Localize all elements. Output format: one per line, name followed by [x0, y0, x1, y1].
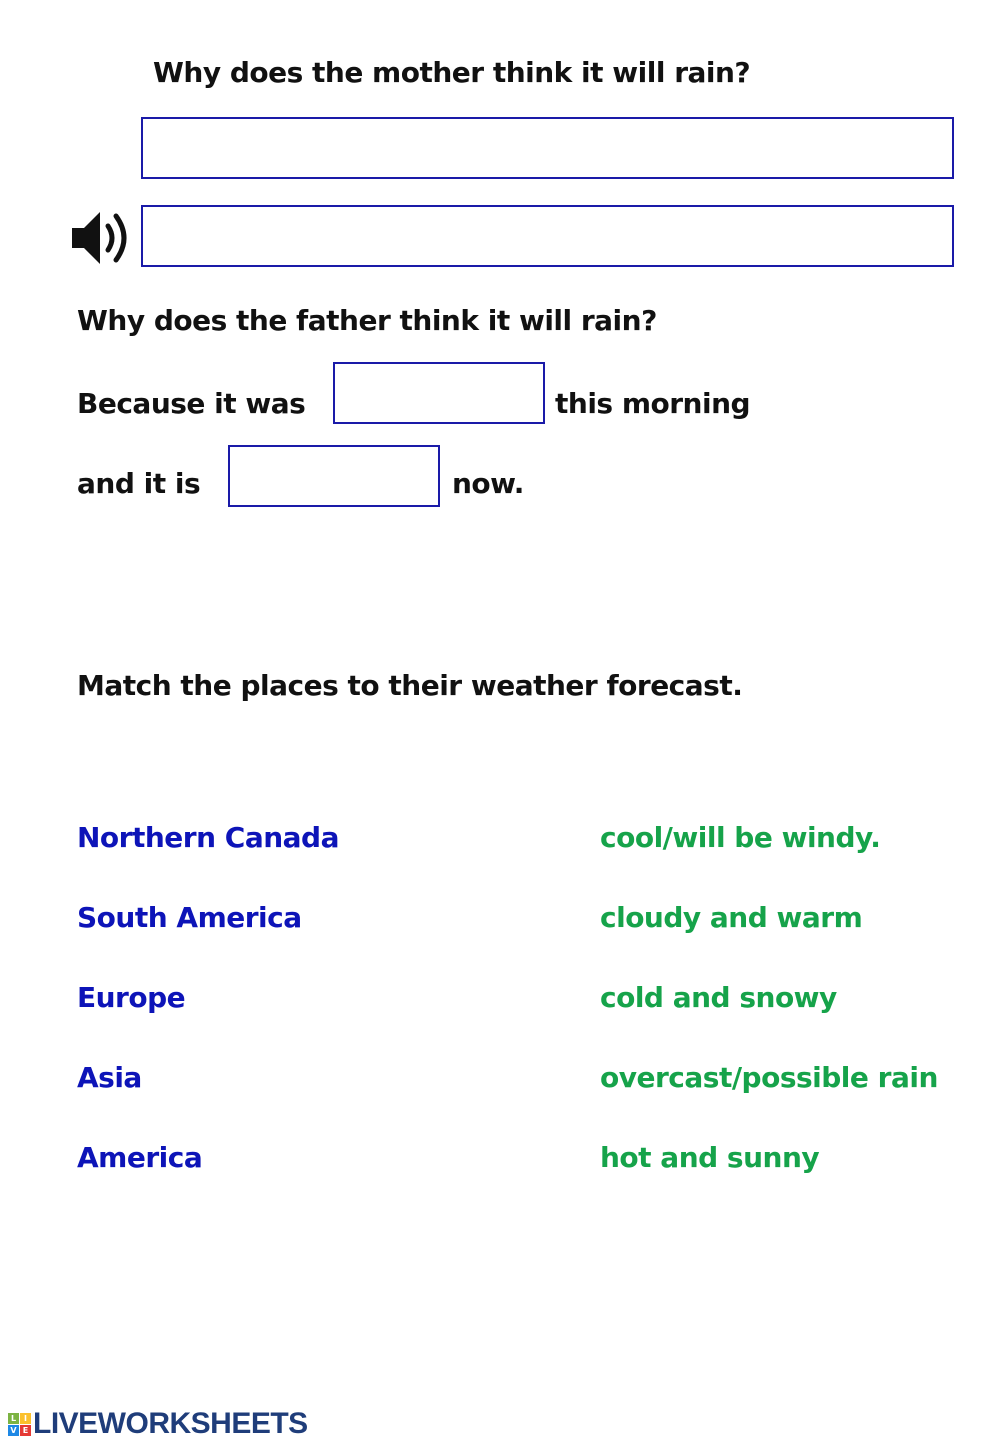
forecast-item[interactable]: cold and snowy	[600, 981, 837, 1014]
morning-weather-input[interactable]	[335, 364, 543, 422]
mother-answer-box-1[interactable]	[141, 117, 954, 179]
morning-weather-box[interactable]	[333, 362, 545, 424]
matching-instruction: Match the places to their weather foreca…	[77, 669, 743, 702]
place-item[interactable]: South America	[77, 901, 302, 934]
place-item[interactable]: Europe	[77, 981, 186, 1014]
place-item[interactable]: Northern Canada	[77, 821, 340, 854]
mother-answer-input-1[interactable]	[143, 119, 952, 177]
current-weather-input[interactable]	[230, 447, 438, 505]
line2-prefix: and it is	[77, 467, 201, 500]
current-weather-box[interactable]	[228, 445, 440, 507]
forecast-item[interactable]: overcast/possible rain	[600, 1061, 938, 1094]
liveworksheets-logo: L I V E LIVEWORKSHEETS	[8, 1407, 308, 1441]
mother-answer-box-2[interactable]	[141, 205, 954, 267]
forecast-item[interactable]: cool/will be windy.	[600, 821, 881, 854]
forecast-item[interactable]: cloudy and warm	[600, 901, 863, 934]
question-mother-prompt: Why does the mother think it will rain?	[153, 56, 751, 89]
speaker-icon	[72, 212, 127, 264]
logo-text: LIVEWORKSHEETS	[33, 1407, 308, 1440]
logo-grid-icon: L I V E	[8, 1412, 31, 1436]
line2-suffix: now.	[452, 467, 524, 500]
line1-prefix: Because it was	[77, 387, 306, 420]
forecast-item[interactable]: hot and sunny	[600, 1141, 820, 1174]
place-item[interactable]: Asia	[77, 1061, 142, 1094]
mother-answer-input-2[interactable]	[143, 207, 952, 265]
line1-suffix: this morning	[555, 387, 751, 420]
place-item[interactable]: America	[77, 1141, 203, 1174]
audio-play-button[interactable]	[70, 208, 136, 268]
question-father-prompt: Why does the father think it will rain?	[77, 304, 657, 337]
